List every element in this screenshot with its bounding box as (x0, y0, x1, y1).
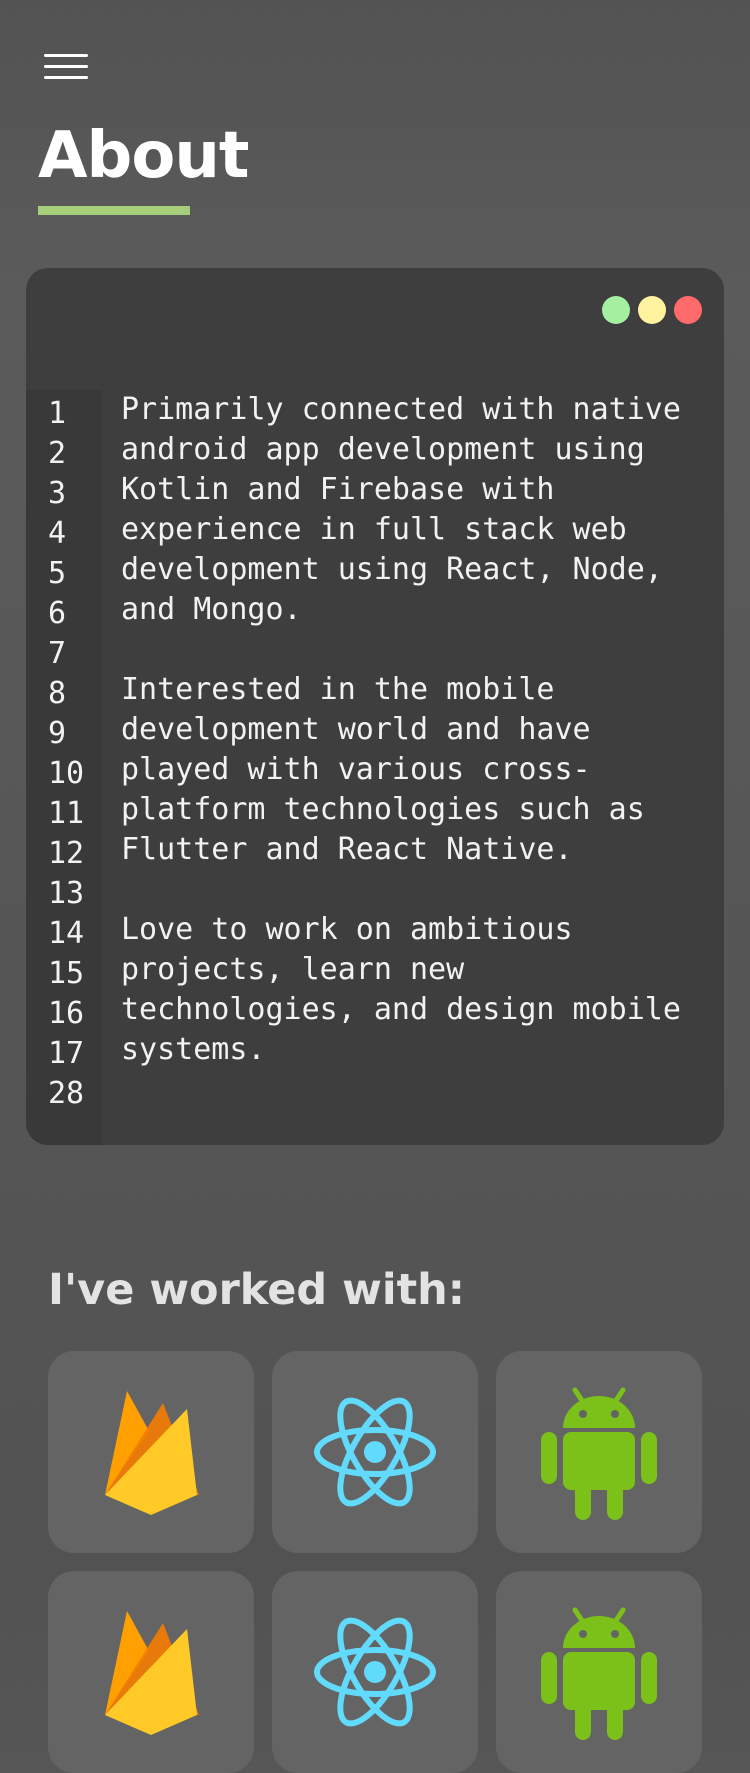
line-number: 28 (48, 1076, 85, 1111)
firebase-icon (105, 1391, 199, 1515)
react-icon (314, 1617, 436, 1727)
code-text: Kotlin and Firebase with (121, 472, 555, 507)
android-icon (541, 1387, 657, 1520)
menu-bar (44, 54, 88, 57)
red-dot-icon (674, 296, 702, 324)
page-title: About (38, 119, 249, 193)
code-text: development using React, Node, (121, 552, 663, 587)
title-underline (38, 206, 190, 215)
code-line: 28 (26, 1070, 724, 1111)
code-editor-card: 1 Primarily connected with native 2 android… (26, 268, 724, 1145)
line-number: 1 (48, 396, 67, 431)
code-line: 9 development world and have (26, 710, 724, 751)
code-text: technologies, and design mobile (121, 992, 681, 1027)
code-line: 7 (26, 630, 724, 671)
code-text: Interested in the mobile (121, 672, 555, 707)
code-text: android app development using (121, 432, 645, 467)
line-number: 16 (48, 996, 85, 1031)
green-dot-icon (602, 296, 630, 324)
code-text: experience in full stack web (121, 512, 627, 547)
firebase-icon (105, 1611, 199, 1735)
android-icon (541, 1607, 657, 1740)
skills-heading: I've worked with: (48, 1265, 465, 1315)
tile-firebase (48, 1351, 254, 1553)
code-line: 2 android app development using (26, 430, 724, 471)
line-number: 3 (48, 476, 67, 511)
tile-react (272, 1571, 478, 1773)
line-number: 2 (48, 436, 67, 471)
react-icon (314, 1397, 436, 1507)
menu-bar (44, 76, 88, 79)
code-line: 12 Flutter and React Native. (26, 830, 724, 871)
code-line: 10 played with various cross- (26, 750, 724, 791)
code-line: 13 (26, 870, 724, 911)
line-number: 9 (48, 716, 67, 751)
tile-firebase (48, 1571, 254, 1773)
code-text: systems. (121, 1032, 266, 1067)
tile-android (496, 1571, 702, 1773)
line-number: 15 (48, 956, 85, 991)
line-number: 8 (48, 676, 67, 711)
line-number: 10 (48, 756, 85, 791)
line-number: 7 (48, 636, 67, 671)
hamburger-menu-button[interactable] (44, 54, 88, 80)
code-text: platform technologies such as (121, 792, 645, 827)
code-line: 1 Primarily connected with native (26, 390, 724, 431)
line-number: 6 (48, 596, 67, 631)
line-number: 4 (48, 516, 67, 551)
code-text: Primarily connected with native (121, 392, 681, 427)
menu-bar (44, 65, 88, 68)
tile-react (272, 1351, 478, 1553)
tile-android (496, 1351, 702, 1553)
code-line: 16 technologies, and design mobile (26, 990, 724, 1031)
code-text: played with various cross- (121, 752, 591, 787)
code-line: 4 experience in full stack web (26, 510, 724, 551)
code-text: projects, learn new (121, 952, 465, 987)
line-number: 13 (48, 876, 85, 911)
line-number: 14 (48, 916, 85, 951)
code-line: 14 Love to work on ambitious (26, 910, 724, 951)
line-number: 5 (48, 556, 67, 591)
code-line: 8 Interested in the mobile (26, 670, 724, 711)
code-line: 5 development using React, Node, (26, 550, 724, 591)
code-line: 17 systems. (26, 1030, 724, 1071)
yellow-dot-icon (638, 296, 666, 324)
code-text: Love to work on ambitious (121, 912, 573, 947)
code-line: 11 platform technologies such as (26, 790, 724, 831)
window-controls (602, 296, 702, 324)
line-number: 12 (48, 836, 85, 871)
code-line: 3 Kotlin and Firebase with (26, 470, 724, 511)
code-line: 15 projects, learn new (26, 950, 724, 991)
code-text: development world and have (121, 712, 591, 747)
code-body: 1 Primarily connected with native 2 android… (26, 390, 724, 1111)
line-number: 11 (48, 796, 85, 831)
code-line: 6 and Mongo. (26, 590, 724, 631)
code-text: Flutter and React Native. (121, 832, 573, 867)
code-text: and Mongo. (121, 592, 302, 627)
line-number: 17 (48, 1036, 85, 1071)
